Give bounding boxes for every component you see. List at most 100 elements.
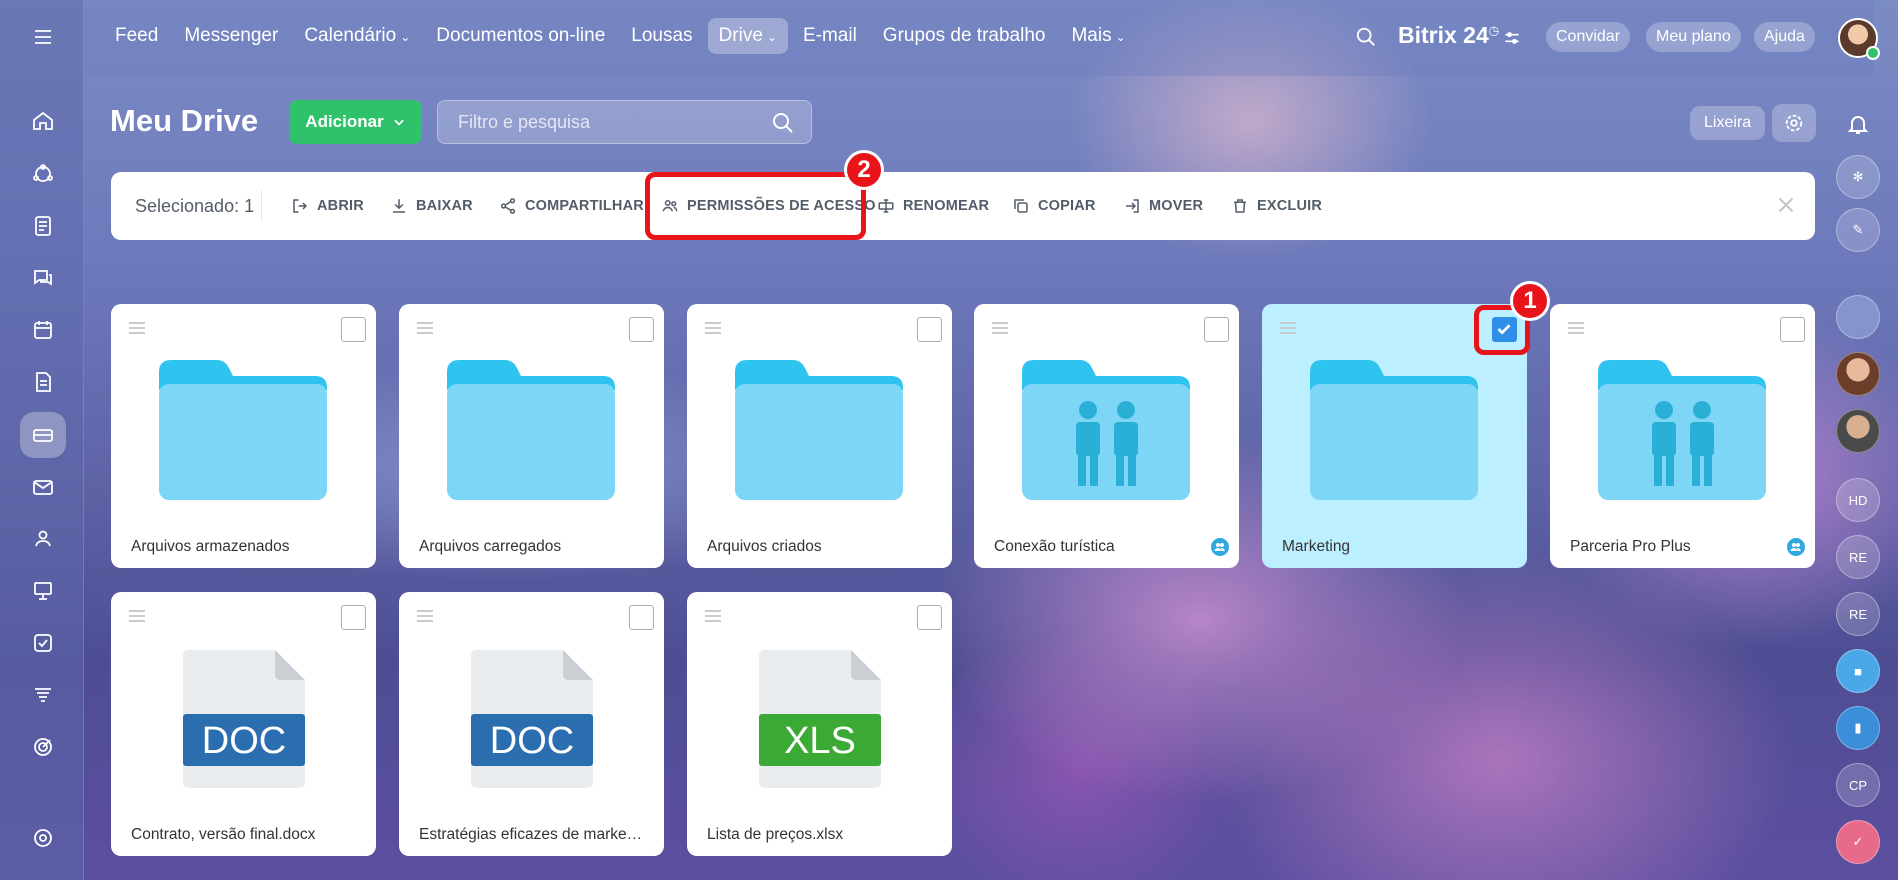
nav-item-drive[interactable]: Drive ⌄ <box>707 18 788 54</box>
item-name[interactable]: Parceria Pro Plus <box>1570 538 1795 556</box>
help-button[interactable]: Ajuda <box>1754 22 1815 52</box>
trash-button[interactable]: Lixeira <box>1690 106 1766 140</box>
folder-card[interactable]: Arquivos criados <box>687 304 952 568</box>
share-icon <box>500 198 516 214</box>
item-name[interactable]: Estratégias eficazes de marketing.docx <box>419 826 644 844</box>
contact-avatar-3[interactable] <box>1836 409 1880 453</box>
chat-icon[interactable] <box>20 255 66 301</box>
folder-card[interactable]: Arquivos carregados <box>399 304 664 568</box>
contact-avatar-2[interactable] <box>1836 352 1880 396</box>
file-extension-label: XLS <box>784 720 856 762</box>
select-checkbox[interactable] <box>629 605 654 630</box>
select-checkbox[interactable] <box>629 317 654 342</box>
chevron-down-icon: ⌄ <box>766 30 777 44</box>
folder-card[interactable]: Parceria Pro Plus <box>1550 304 1815 568</box>
notes-icon[interactable]: ✓ <box>1836 820 1880 864</box>
rename-icon <box>878 199 894 213</box>
rename-button[interactable]: RENOMEAR <box>877 194 989 218</box>
open-button[interactable]: ABRIR <box>291 194 364 218</box>
select-checkbox[interactable] <box>917 605 942 630</box>
contact-initials-re-1[interactable]: RE <box>1836 535 1880 579</box>
home-icon[interactable] <box>20 98 66 144</box>
drive-icon[interactable] <box>20 412 66 458</box>
folder-icon <box>159 360 327 500</box>
search-input[interactable] <box>438 101 811 143</box>
drive-settings-button[interactable] <box>1772 104 1816 142</box>
sliders-icon[interactable] <box>1502 28 1522 53</box>
folder-icon <box>1022 360 1190 500</box>
drag-handle-icon[interactable] <box>992 322 1008 334</box>
item-name[interactable]: Arquivos armazenados <box>131 538 356 556</box>
feed-icon[interactable] <box>20 203 66 249</box>
item-name[interactable]: Arquivos criados <box>707 538 932 556</box>
bookmark-icon[interactable]: ▮ <box>1836 706 1880 750</box>
brand-logo: Bitrix 24◷ <box>1398 22 1500 48</box>
drag-handle-icon[interactable] <box>417 322 433 334</box>
select-checkbox[interactable] <box>917 317 942 342</box>
funnel-icon[interactable] <box>20 672 66 718</box>
item-name[interactable]: Lista de preços.xlsx <box>707 826 932 844</box>
select-checkbox[interactable] <box>341 317 366 342</box>
invite-button[interactable]: Convidar <box>1546 22 1631 52</box>
select-checkbox[interactable] <box>1780 317 1805 342</box>
crm-icon[interactable] <box>20 151 66 197</box>
share-button[interactable]: COMPARTILHAR <box>499 194 644 218</box>
contact-avatar-1[interactable] <box>1836 295 1880 339</box>
select-checkbox[interactable] <box>1204 317 1229 342</box>
contact-initials-hd[interactable]: HD <box>1836 478 1880 522</box>
drag-handle-icon[interactable] <box>1280 322 1296 334</box>
close-icon[interactable] <box>1773 192 1799 218</box>
contact-initials-cp[interactable]: CP <box>1836 763 1880 807</box>
nav-item-mais[interactable]: Mais ⌄ <box>1060 18 1136 54</box>
move-button[interactable]: MOVER <box>1123 194 1203 218</box>
nav-item-label: Messenger <box>184 25 279 46</box>
nav-item-documentos-on-line[interactable]: Documentos on-line <box>425 18 616 54</box>
nav-item-calend-rio[interactable]: Calendário ⌄ <box>293 18 421 54</box>
plan-button[interactable]: Meu plano <box>1646 22 1741 52</box>
calendar-icon[interactable] <box>20 307 66 353</box>
nav-item-grupos-de-trabalho[interactable]: Grupos de trabalho <box>872 18 1057 54</box>
nav-item-messenger[interactable]: Messenger <box>173 18 289 54</box>
drag-handle-icon[interactable] <box>1568 322 1584 334</box>
mail-icon[interactable] <box>20 464 66 510</box>
drag-handle-icon[interactable] <box>129 322 145 334</box>
folder-card[interactable]: Arquivos armazenados <box>111 304 376 568</box>
drag-handle-icon[interactable] <box>705 610 721 622</box>
item-name[interactable]: Marketing <box>1282 538 1507 556</box>
drag-handle-icon[interactable] <box>705 322 721 334</box>
nav-item-lousas[interactable]: Lousas <box>620 18 703 54</box>
download-button[interactable]: BAIXAR <box>390 194 473 218</box>
nav-item-feed[interactable]: Feed <box>104 18 169 54</box>
menu-icon[interactable] <box>20 14 66 60</box>
target-icon[interactable] <box>20 724 66 770</box>
item-name[interactable]: Arquivos carregados <box>419 538 644 556</box>
item-name[interactable]: Contrato, versão final.docx <box>131 826 356 844</box>
bell-icon[interactable] <box>1836 102 1880 146</box>
select-checkbox[interactable] <box>341 605 366 630</box>
file-card[interactable]: DOC Contrato, versão final.docx <box>111 592 376 856</box>
add-button[interactable]: Adicionar <box>289 100 422 144</box>
groups-icon[interactable] <box>20 516 66 562</box>
tasks-icon[interactable] <box>20 620 66 666</box>
delete-button[interactable]: EXCLUIR <box>1231 194 1322 218</box>
file-extension-label: DOC <box>490 720 574 762</box>
drag-handle-icon[interactable] <box>417 610 433 622</box>
file-card[interactable]: DOC Estratégias eficazes de marketing.doc… <box>399 592 664 856</box>
nav-item-e-mail[interactable]: E-mail <box>792 18 868 54</box>
presentation-icon[interactable] <box>20 568 66 614</box>
left-rail <box>0 0 84 880</box>
copilot-icon[interactable]: ✻ <box>1836 155 1880 199</box>
folder-icon <box>1598 360 1766 500</box>
contact-initials-re-2[interactable]: RE <box>1836 592 1880 636</box>
chat-bubble-icon[interactable]: ■ <box>1836 649 1880 693</box>
copy-button[interactable]: COPIAR <box>1012 194 1096 218</box>
search-icon[interactable] <box>771 111 795 135</box>
drag-handle-icon[interactable] <box>129 610 145 622</box>
settings-icon[interactable] <box>20 815 66 861</box>
file-card[interactable]: XLS Lista de preços.xlsx <box>687 592 952 856</box>
messenger-icon[interactable]: ✎ <box>1836 208 1880 252</box>
search-icon[interactable] <box>1355 26 1377 53</box>
document-icon[interactable] <box>20 359 66 405</box>
item-name[interactable]: Conexão turística <box>994 538 1219 556</box>
folder-card[interactable]: Conexão turística <box>974 304 1239 568</box>
